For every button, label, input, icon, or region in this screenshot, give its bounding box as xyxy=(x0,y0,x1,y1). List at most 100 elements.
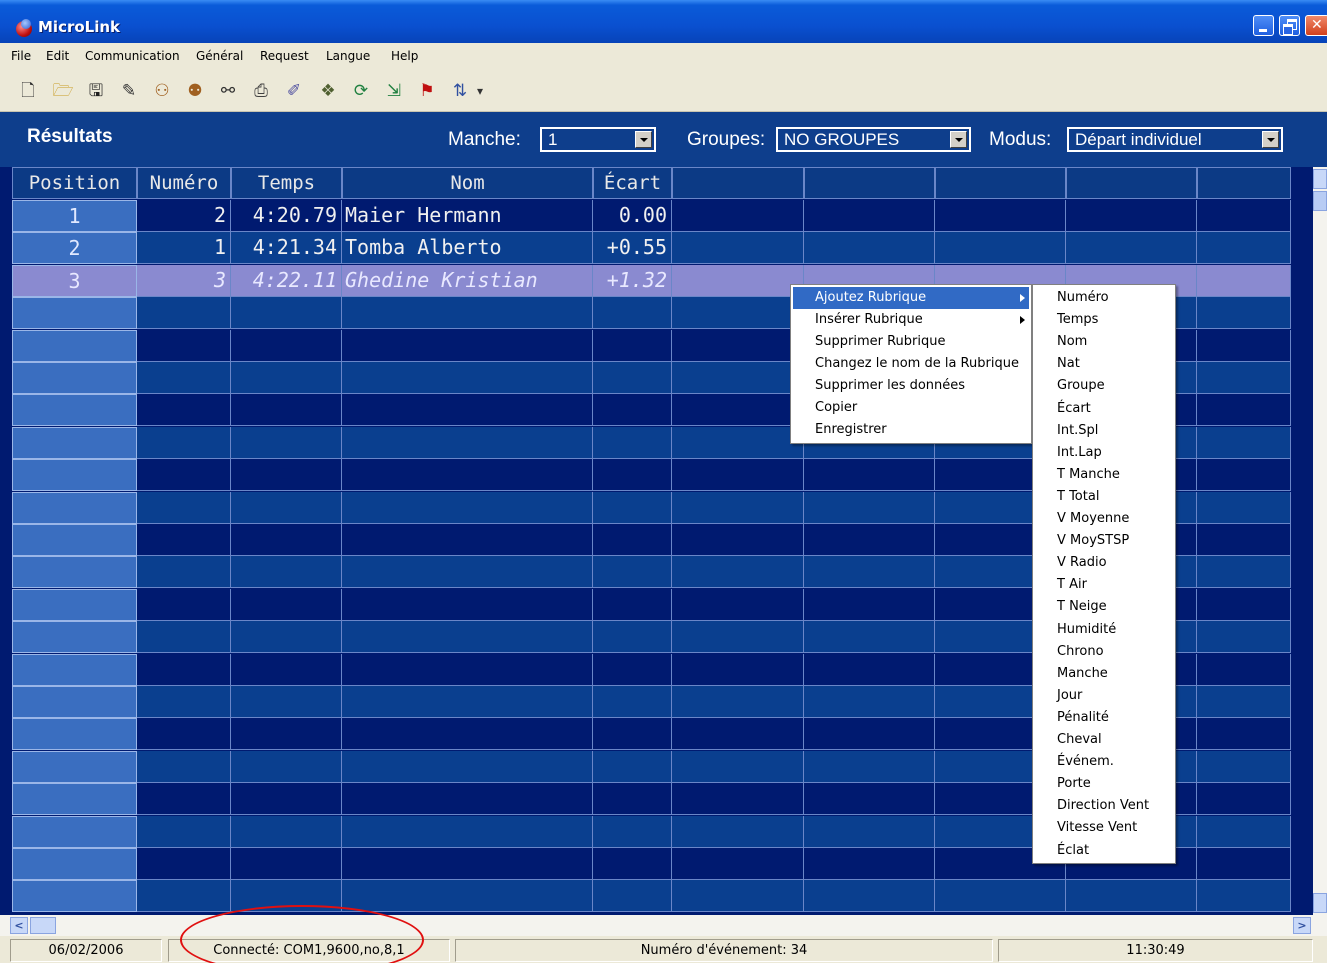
submenu-item[interactable]: Cheval xyxy=(1035,729,1102,751)
position-cell[interactable] xyxy=(12,783,137,815)
empty-cell[interactable] xyxy=(804,783,935,815)
position-cell[interactable] xyxy=(12,686,137,718)
position-cell[interactable] xyxy=(12,848,137,880)
nom-cell[interactable] xyxy=(342,848,593,880)
position-cell[interactable]: 1 xyxy=(12,200,137,232)
empty-cell[interactable] xyxy=(1197,297,1291,329)
temps-cell[interactable]: 4:22.11 xyxy=(231,265,342,297)
ecart-cell[interactable] xyxy=(593,621,672,653)
submenu-item[interactable]: Humidité xyxy=(1035,619,1116,641)
temps-cell[interactable] xyxy=(231,427,342,459)
empty-cell[interactable] xyxy=(1066,232,1197,264)
position-cell[interactable] xyxy=(12,751,137,783)
print-preview-icon[interactable]: ⎙ xyxy=(249,79,273,103)
empty-cell[interactable] xyxy=(1197,848,1291,880)
nom-cell[interactable]: Tomba Alberto xyxy=(342,232,593,264)
nom-cell[interactable] xyxy=(342,556,593,588)
empty-cell[interactable] xyxy=(672,751,804,783)
temps-cell[interactable]: 4:21.34 xyxy=(231,232,342,264)
temps-cell[interactable] xyxy=(231,524,342,556)
vertical-scrollbar[interactable] xyxy=(1313,167,1327,915)
numero-cell[interactable] xyxy=(137,816,231,848)
context-menu-item[interactable]: Insérer Rubrique xyxy=(793,309,1029,331)
nom-cell[interactable] xyxy=(342,816,593,848)
ecart-cell[interactable] xyxy=(593,556,672,588)
numero-cell[interactable]: 3 xyxy=(137,265,231,297)
temps-cell[interactable] xyxy=(231,880,342,912)
submenu-item[interactable]: Éclat xyxy=(1035,840,1089,862)
column-header[interactable]: Écart xyxy=(593,167,672,199)
empty-cell[interactable] xyxy=(672,556,804,588)
position-cell[interactable] xyxy=(12,718,137,750)
flag-icon[interactable]: ⚑ xyxy=(415,79,439,103)
position-cell[interactable] xyxy=(12,492,137,524)
submenu-item[interactable]: Jour xyxy=(1035,685,1082,707)
empty-cell[interactable] xyxy=(1197,232,1291,264)
menu-general[interactable]: Général xyxy=(196,49,243,63)
ecart-cell[interactable]: +1.32 xyxy=(593,265,672,297)
empty-cell[interactable] xyxy=(672,880,804,912)
ecart-cell[interactable] xyxy=(593,751,672,783)
column-header[interactable] xyxy=(804,167,935,199)
empty-cell[interactable] xyxy=(935,232,1066,264)
numero-cell[interactable] xyxy=(137,524,231,556)
numero-cell[interactable] xyxy=(137,556,231,588)
menu-edit[interactable]: Edit xyxy=(46,49,69,63)
empty-cell[interactable] xyxy=(804,621,935,653)
empty-cell[interactable] xyxy=(1197,621,1291,653)
save-disk-icon[interactable]: 🖫 xyxy=(84,79,108,103)
empty-cell[interactable] xyxy=(804,492,935,524)
context-menu-item[interactable]: Changez le nom de la Rubrique xyxy=(793,353,1029,375)
submenu-item[interactable]: Int.Spl xyxy=(1035,420,1098,442)
empty-cell[interactable] xyxy=(672,654,804,686)
numero-cell[interactable] xyxy=(137,394,231,426)
temps-cell[interactable] xyxy=(231,783,342,815)
submenu-item[interactable]: Numéro xyxy=(1035,287,1109,309)
horizontal-scrollbar[interactable]: < > xyxy=(0,915,1327,936)
submenu-item[interactable]: Manche xyxy=(1035,663,1108,685)
context-menu-item[interactable]: Supprimer les données xyxy=(793,375,1029,397)
empty-cell[interactable] xyxy=(1197,589,1291,621)
submenu-item[interactable]: T Total xyxy=(1035,486,1099,508)
empty-cell[interactable] xyxy=(1197,492,1291,524)
submenu-item[interactable]: Groupe xyxy=(1035,375,1105,397)
context-menu-item[interactable]: Ajoutez Rubrique xyxy=(793,287,1029,309)
ecart-cell[interactable] xyxy=(593,686,672,718)
ecart-cell[interactable] xyxy=(593,394,672,426)
submenu-item[interactable]: Événem. xyxy=(1035,751,1114,773)
group-icon[interactable]: ❖ xyxy=(316,79,340,103)
scroll-left-button[interactable]: < xyxy=(10,917,28,934)
submenu-item[interactable]: T Manche xyxy=(1035,464,1120,486)
empty-cell[interactable] xyxy=(672,848,804,880)
position-cell[interactable] xyxy=(12,394,137,426)
empty-cell[interactable] xyxy=(1197,751,1291,783)
open-folder-icon[interactable]: 🗁 xyxy=(51,79,75,103)
manche-select[interactable]: 1 xyxy=(540,127,656,152)
ecart-cell[interactable] xyxy=(593,816,672,848)
nom-cell[interactable] xyxy=(342,654,593,686)
empty-cell[interactable] xyxy=(672,232,804,264)
temps-cell[interactable] xyxy=(231,362,342,394)
column-header[interactable] xyxy=(1197,167,1291,199)
empty-cell[interactable] xyxy=(1197,200,1291,232)
temps-cell[interactable] xyxy=(231,718,342,750)
numero-cell[interactable]: 2 xyxy=(137,200,231,232)
ecart-cell[interactable] xyxy=(593,718,672,750)
context-menu-item[interactable]: Supprimer Rubrique xyxy=(793,331,1029,353)
numero-cell[interactable] xyxy=(137,880,231,912)
chevron-down-icon[interactable] xyxy=(635,131,652,148)
empty-cell[interactable] xyxy=(672,200,804,232)
position-cell[interactable] xyxy=(12,330,137,362)
title-bar[interactable]: MicroLink xyxy=(0,0,1327,43)
empty-cell[interactable] xyxy=(804,200,935,232)
column-header[interactable] xyxy=(672,167,804,199)
empty-cell[interactable] xyxy=(804,459,935,491)
submenu-item[interactable]: Écart xyxy=(1035,398,1091,420)
empty-cell[interactable] xyxy=(1197,265,1291,297)
nom-cell[interactable] xyxy=(342,394,593,426)
submenu-item[interactable]: Direction Vent xyxy=(1035,795,1149,817)
empty-cell[interactable] xyxy=(935,200,1066,232)
temps-cell[interactable] xyxy=(231,654,342,686)
ecart-cell[interactable] xyxy=(593,459,672,491)
temps-cell[interactable] xyxy=(231,751,342,783)
